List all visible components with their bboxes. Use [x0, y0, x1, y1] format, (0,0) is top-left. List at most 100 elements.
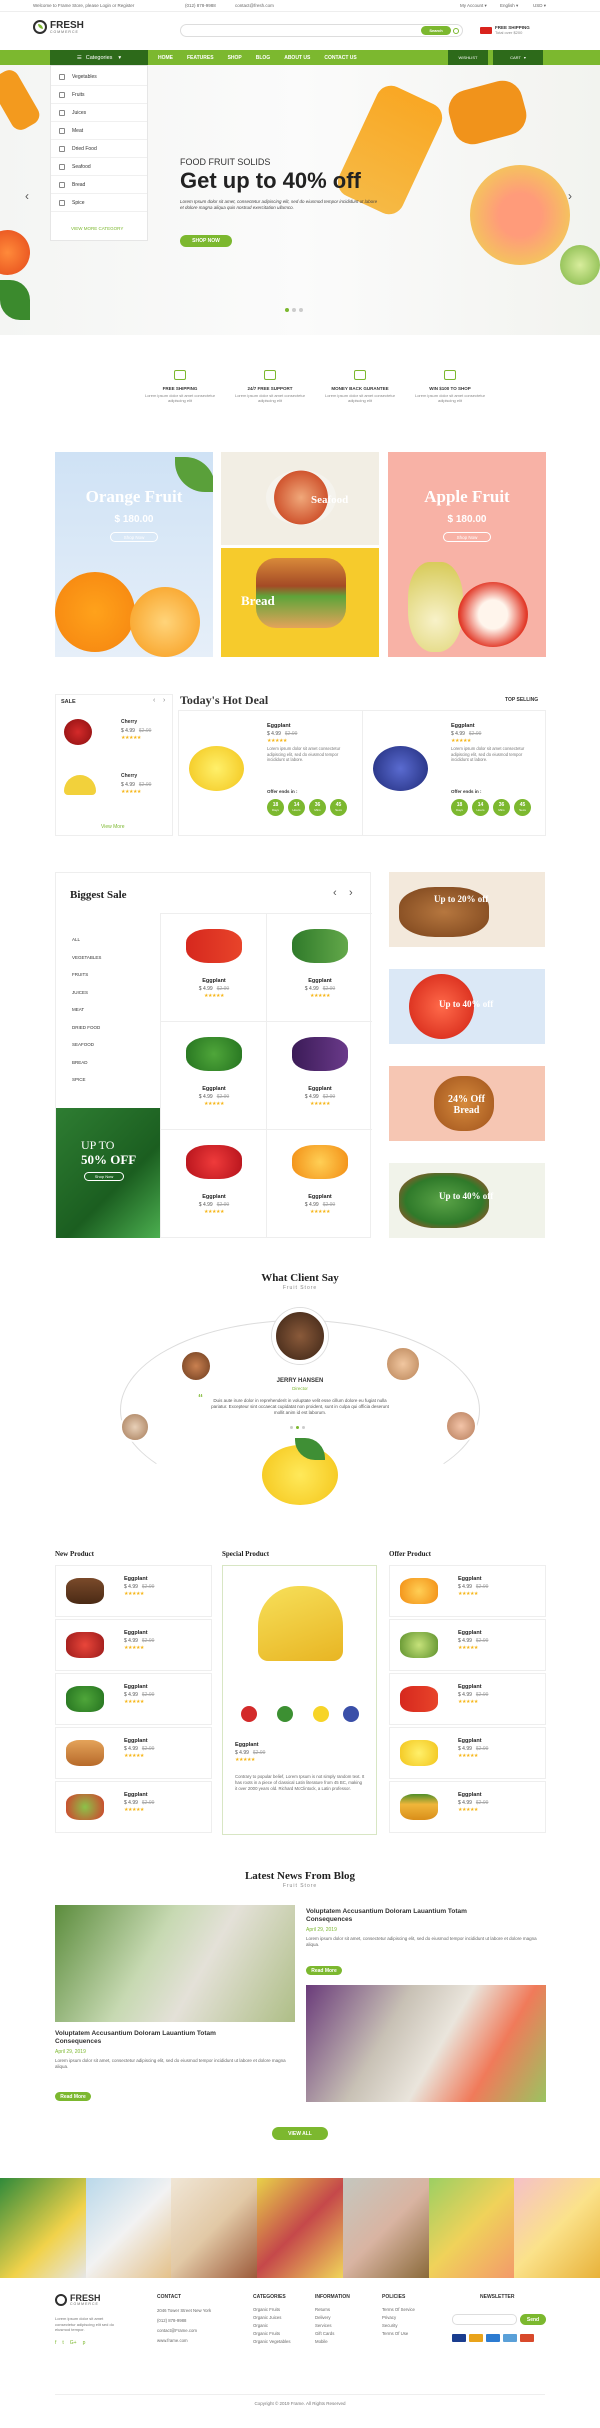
client-avatar-main[interactable]: [272, 1308, 328, 1364]
product-name[interactable]: Eggplant: [458, 1738, 482, 1744]
biggest-next-icon[interactable]: ›: [349, 887, 353, 899]
footer-link[interactable]: Organic Fruits: [253, 2306, 291, 2314]
side-banner-tomato[interactable]: Up to 40% off: [389, 969, 545, 1044]
top-selling-tab[interactable]: TOP SELLING: [505, 697, 538, 703]
client-avatar[interactable]: [120, 1412, 150, 1442]
sale-filter-item[interactable]: DRIED FOOD: [72, 1019, 101, 1037]
sale-filter-item[interactable]: ALL: [72, 931, 101, 949]
product-name[interactable]: Eggplant: [267, 723, 291, 729]
sale-filter-item[interactable]: VEGETABLES: [72, 949, 101, 967]
footer-link[interactable]: www.frame.com: [157, 2336, 211, 2346]
thumb-broccoli[interactable]: [277, 1706, 293, 1722]
nav-shop[interactable]: SHOP: [228, 55, 242, 61]
account-menu[interactable]: My Account ▾: [460, 3, 487, 9]
hot-deal-card[interactable]: Eggplant $ 4.99 $2.99 ★★★★★ Lorem ipsum dolo…: [363, 711, 547, 835]
product-name[interactable]: Eggplant: [267, 978, 373, 984]
banner-apple-button[interactable]: Shop Now: [443, 532, 491, 542]
blog-post-title[interactable]: Voluptatem Accusantium Doloram Lauantium…: [55, 2030, 235, 2046]
google-plus-icon[interactable]: G+: [70, 2340, 77, 2346]
blog-image-jars[interactable]: [55, 1905, 295, 2022]
product-card[interactable]: Eggplant $ 4.99 $2.99 ★★★★★: [266, 1129, 372, 1237]
footer-link[interactable]: Mobile: [315, 2338, 334, 2346]
sale-filter-item[interactable]: SEAFOOD: [72, 1036, 101, 1054]
gallery-photo[interactable]: [514, 2178, 600, 2278]
category-item[interactable]: Spice: [51, 195, 147, 212]
view-more-category-link[interactable]: VIEW MORE CATEGORY: [71, 226, 123, 231]
testimonial-dots[interactable]: [290, 1426, 305, 1429]
product-name[interactable]: Eggplant: [458, 1792, 482, 1798]
gallery-photo[interactable]: [0, 2178, 86, 2278]
sale-filter-item[interactable]: SPICE: [72, 1071, 101, 1089]
product-list-item[interactable]: Eggplant $ 4.99 $2.99 ★★★★★: [55, 1781, 212, 1833]
view-all-button[interactable]: VIEW ALL: [272, 2127, 328, 2140]
language-select[interactable]: English ▾: [500, 3, 518, 9]
sale-item-name[interactable]: Cherry: [121, 719, 137, 725]
sale-filter-item[interactable]: MEAT: [72, 1001, 101, 1019]
product-list-item[interactable]: Eggplant $ 4.99 $2.99 ★★★★★: [389, 1565, 546, 1617]
search-icon[interactable]: [453, 27, 459, 34]
product-list-item[interactable]: Eggplant $ 4.99 $2.99 ★★★★★: [389, 1727, 546, 1779]
product-name[interactable]: Eggplant: [161, 1194, 267, 1200]
product-name[interactable]: Eggplant: [161, 1086, 267, 1092]
product-list-item[interactable]: Eggplant $ 4.99 $2.99 ★★★★★: [55, 1727, 212, 1779]
nav-blog[interactable]: BLOG: [256, 55, 270, 61]
next-arrow-icon[interactable]: ›: [568, 189, 572, 203]
pinterest-icon[interactable]: p: [83, 2340, 86, 2346]
logo[interactable]: FRESH COMMERCE: [33, 20, 84, 34]
categories-toggle[interactable]: ☰ Categories ▾: [50, 50, 148, 65]
nav-contact[interactable]: CONTACT US: [324, 55, 356, 61]
banner-orange-button[interactable]: Shop Now: [110, 532, 158, 542]
footer-link[interactable]: Services: [315, 2322, 334, 2330]
category-item[interactable]: Vegetables: [51, 69, 147, 86]
footer-link[interactable]: Gift Cards: [315, 2330, 334, 2338]
product-list-item[interactable]: Eggplant $ 4.99 $2.99 ★★★★★: [389, 1619, 546, 1671]
product-name[interactable]: Eggplant: [267, 1194, 373, 1200]
product-name[interactable]: Eggplant: [124, 1738, 148, 1744]
banner-seafood[interactable]: Seafood: [221, 452, 379, 545]
client-avatar[interactable]: [445, 1410, 477, 1442]
nav-about[interactable]: ABOUT US: [284, 55, 310, 61]
footer-link[interactable]: 2046 Tower Street New York: [157, 2306, 211, 2316]
product-card[interactable]: Eggplant $ 4.99 $2.99 ★★★★★: [266, 1021, 372, 1129]
product-card[interactable]: Eggplant $ 4.99 $2.99 ★★★★★: [266, 913, 372, 1021]
product-list-item[interactable]: Eggplant $ 4.99 $2.99 ★★★★★: [55, 1619, 212, 1671]
footer-link[interactable]: Returns: [315, 2306, 334, 2314]
search-button[interactable]: Search: [421, 26, 451, 35]
twitter-icon[interactable]: t: [62, 2340, 63, 2346]
product-card[interactable]: Eggplant $ 4.99 $2.99 ★★★★★: [160, 1021, 266, 1129]
product-name[interactable]: Eggplant: [458, 1630, 482, 1636]
product-list-item[interactable]: Eggplant $ 4.99 $2.99 ★★★★★: [389, 1673, 546, 1725]
special-product-card[interactable]: Eggplant $ 4.99 $2.99 ★★★★★ Contrary to p…: [222, 1565, 377, 1835]
biggest-prev-icon[interactable]: ‹: [333, 887, 337, 899]
footer-link[interactable]: Terms Of Use: [382, 2330, 415, 2338]
nav-features[interactable]: FEATURES: [187, 55, 214, 61]
sale-next-icon[interactable]: ›: [163, 697, 165, 704]
product-name[interactable]: Eggplant: [124, 1576, 148, 1582]
footer-logo[interactable]: FRESH COMMERCE: [55, 2294, 101, 2306]
banner-bread[interactable]: Bread: [221, 548, 379, 657]
thumb-lemon[interactable]: [313, 1706, 329, 1722]
nav-home[interactable]: HOME: [158, 55, 173, 61]
footer-link[interactable]: Security: [382, 2322, 415, 2330]
footer-link[interactable]: Terms Of Service: [382, 2306, 415, 2314]
view-more-link[interactable]: View More: [101, 824, 125, 830]
product-card[interactable]: Eggplant $ 4.99 $2.99 ★★★★★: [160, 913, 266, 1021]
blog-image-fruits[interactable]: [306, 1985, 546, 2102]
blog-post-title[interactable]: Voluptatem Accusantium Doloram Lauantium…: [306, 1908, 486, 1924]
side-banner-bread[interactable]: 24% Off Bread: [389, 1066, 545, 1141]
product-name[interactable]: Eggplant: [124, 1630, 148, 1636]
cart-button[interactable]: CART ▾: [493, 50, 543, 65]
footer-link[interactable]: Delivery: [315, 2314, 334, 2322]
product-list-item[interactable]: Eggplant $ 4.99 $2.99 ★★★★★: [55, 1565, 212, 1617]
thumb-blueberry[interactable]: [343, 1706, 359, 1722]
gallery-photo[interactable]: [342, 2178, 429, 2278]
promo-shop-button[interactable]: Shop Now: [84, 1172, 124, 1181]
gallery-photo[interactable]: [171, 2178, 258, 2278]
currency-select[interactable]: USD ▾: [533, 3, 546, 9]
gallery-photo[interactable]: [428, 2178, 515, 2278]
product-list-item[interactable]: Eggplant $ 4.99 $2.99 ★★★★★: [389, 1781, 546, 1833]
thumb-strawberry[interactable]: [241, 1706, 257, 1722]
product-name[interactable]: Eggplant: [124, 1792, 148, 1798]
hot-deal-card[interactable]: Eggplant $ 4.99 $2.99 ★★★★★ Lorem ipsum dolo…: [179, 711, 363, 835]
newsletter-send-button[interactable]: Send: [520, 2314, 546, 2325]
